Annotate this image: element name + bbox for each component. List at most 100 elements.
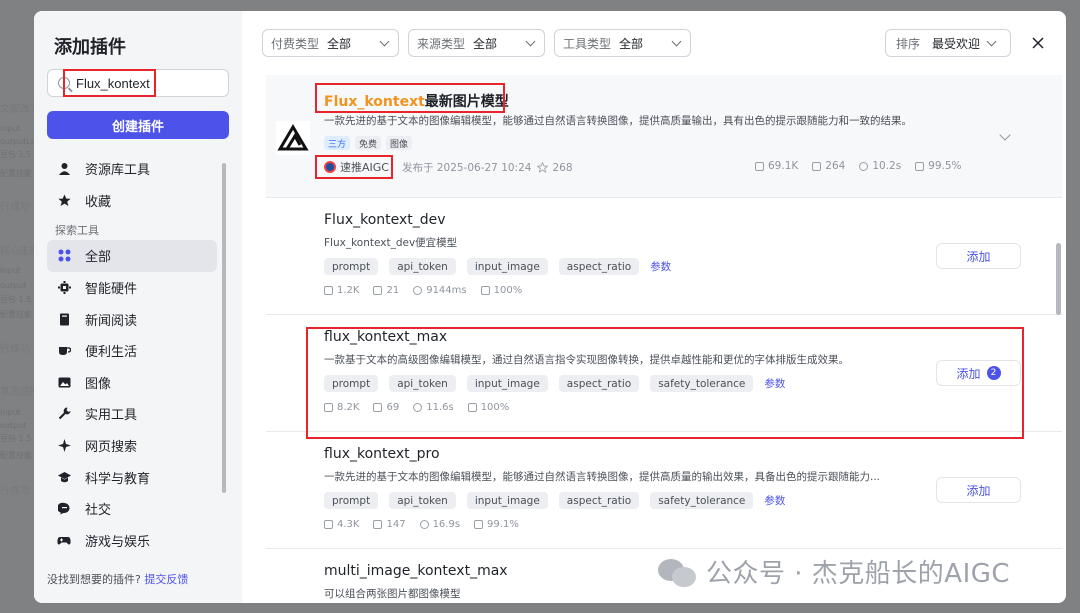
param-tag: aspect_ratio xyxy=(558,492,640,509)
add-plugin-modal: 添加插件 创建插件 资源库工具 收藏 探索工具 xyxy=(34,11,1066,603)
sidebar-item-social[interactable]: 社交 xyxy=(47,493,217,525)
sidebar-nav: 资源库工具 收藏 探索工具 全部 智能硬件 新闻阅读 便利生活 图像 实用工具 … xyxy=(47,153,217,556)
filter-label: 付费类型 xyxy=(271,36,320,51)
grid-icon xyxy=(57,249,71,263)
sidebar-item-label: 便利生活 xyxy=(85,345,138,361)
wrench-icon xyxy=(57,407,71,421)
params-link[interactable]: 参数 xyxy=(650,259,671,274)
clock-icon xyxy=(859,161,869,171)
image-icon xyxy=(57,375,71,389)
chevron-down-icon xyxy=(986,36,997,46)
sidebar-item-science-education[interactable]: 科学与教育 xyxy=(47,461,217,493)
plugin-author[interactable]: 速推AIGC xyxy=(324,159,389,175)
chevron-down-icon xyxy=(525,36,536,46)
sidebar-item-label: 社交 xyxy=(85,503,112,519)
chip-icon xyxy=(57,281,71,295)
sidebar-item-news[interactable]: 新闻阅读 xyxy=(47,303,217,335)
sidebar-item-utilities[interactable]: 实用工具 xyxy=(47,398,217,430)
sidebar-item-web-search[interactable]: 网页搜索 xyxy=(47,430,217,462)
avatar xyxy=(324,161,336,173)
person-icon xyxy=(57,162,71,176)
tool-description: 一款先进的基于文本的图像编辑模型，能够通过自然语言转换图像，提供高质量的输出效果… xyxy=(324,471,881,483)
param-tag: safety_tolerance xyxy=(650,375,754,392)
search-highlight-box xyxy=(63,69,156,97)
filter-value: 全部 xyxy=(327,36,352,51)
sidebar-item-image[interactable]: 图像 xyxy=(47,367,217,399)
sidebar-item-games[interactable]: 游戏与娱乐 xyxy=(47,525,217,557)
param-tag: api_token xyxy=(389,258,456,275)
plugin-stats: 69.1K 264 10.2s 99.5% xyxy=(755,160,962,172)
add-tool-button[interactable]: 添加 xyxy=(936,243,1021,269)
tool-name: flux_kontext_pro xyxy=(324,446,440,462)
feedback-row: 没找到想要的插件? 提交反馈 xyxy=(47,571,188,587)
graduation-cap-icon xyxy=(57,470,71,484)
param-tag: input_image xyxy=(466,492,548,509)
feedback-prompt: 没找到想要的插件? xyxy=(47,573,141,586)
sidebar-item-smart-hardware[interactable]: 智能硬件 xyxy=(47,272,217,304)
tool-params: prompt api_token input_image aspect_rati… xyxy=(324,492,785,509)
sidebar-item-label: 网页搜索 xyxy=(85,440,138,456)
params-link[interactable]: 参数 xyxy=(764,376,785,391)
explore-section-label: 探索工具 xyxy=(55,224,99,238)
param-tag: aspect_ratio xyxy=(558,258,640,275)
sidebar-item-lifestyle[interactable]: 便利生活 xyxy=(47,335,217,367)
bots-stat: 147 xyxy=(373,519,406,530)
param-tag: prompt xyxy=(324,258,379,275)
sidebar-item-label: 科学与教育 xyxy=(85,471,151,487)
plugin-publish-info: 发布于 2025-06-27 10:24 268 xyxy=(402,160,573,175)
author-name: 速推AIGC xyxy=(340,161,389,174)
close-button[interactable] xyxy=(1027,32,1049,54)
param-tag: api_token xyxy=(389,375,456,392)
sort-label: 排序 xyxy=(896,36,921,51)
params-link[interactable]: 参数 xyxy=(764,493,785,508)
sidebar-item-label: 全部 xyxy=(85,250,112,266)
clock-icon xyxy=(413,286,423,295)
tool-card: flux_kontext_max 一款基于文本的高级图像编辑模型，通过自然语言指… xyxy=(266,315,1062,432)
added-count-badge: 2 xyxy=(986,366,1001,380)
plugin-title-accent: Flux_kontext xyxy=(324,94,425,110)
sidebar-item-label: 智能硬件 xyxy=(85,282,138,298)
watermark: 公众号 · 杰克船长的AIGC xyxy=(658,553,1010,590)
tool-name: Flux_kontext_dev xyxy=(324,212,446,228)
sidebar-item-library[interactable]: 资源库工具 xyxy=(47,153,217,185)
feedback-link[interactable]: 提交反馈 xyxy=(144,573,188,586)
success-rate-stat: 100% xyxy=(480,285,522,296)
tool-params: prompt api_token input_image aspect_rati… xyxy=(324,258,671,275)
pay-type-filter[interactable]: 付费类型 全部 xyxy=(262,29,399,57)
sidebar-item-all[interactable]: 全部 xyxy=(47,240,217,272)
sidebar-scrollbar[interactable] xyxy=(222,163,226,493)
chevron-down-icon xyxy=(379,36,390,46)
create-plugin-button[interactable]: 创建插件 xyxy=(47,111,229,139)
star-icon xyxy=(57,193,71,207)
bot-icon xyxy=(812,161,822,171)
bots-stat: 69 xyxy=(373,402,399,413)
param-tag: safety_tolerance xyxy=(650,492,754,509)
latency-stat: 16.9s xyxy=(419,519,460,530)
sort-select[interactable]: 排序 最受欢迎 xyxy=(885,29,1011,57)
calls-stat: 4.3K xyxy=(324,519,359,530)
tool-type-filter[interactable]: 工具类型 全部 xyxy=(554,29,691,57)
chat-icon xyxy=(57,502,71,516)
plugin-title-rest: 最新图片模型 xyxy=(424,94,509,110)
sidebar: 添加插件 创建插件 资源库工具 收藏 探索工具 xyxy=(34,11,242,603)
latency-stat: 11.6s xyxy=(413,402,454,413)
add-tool-button[interactable]: 添加 xyxy=(936,477,1021,503)
book-icon xyxy=(57,312,71,326)
plugin-card[interactable]: Flux_kontext最新图片模型 一款先进的基于文本的图像编辑模型，能够通过… xyxy=(266,75,1062,198)
plugin-description: 一款先进的基于文本的图像编辑模型，能够通过自然语言转换图像，提供高质量输出，具有… xyxy=(324,115,912,127)
star-outline-icon xyxy=(537,162,549,173)
tool-params: prompt api_token input_image aspect_rati… xyxy=(324,375,785,392)
clock-icon xyxy=(413,403,423,412)
bot-icon xyxy=(373,403,383,412)
source-type-filter[interactable]: 来源类型 全部 xyxy=(408,29,545,57)
success-rate-stat: 99.5% xyxy=(915,160,962,172)
filter-value: 全部 xyxy=(619,36,644,51)
list-scrollbar[interactable] xyxy=(1056,243,1061,315)
add-tool-button[interactable]: 添加 2 xyxy=(936,360,1021,386)
collapse-chevron-icon[interactable] xyxy=(999,129,1011,141)
tag-image: 图像 xyxy=(386,136,413,150)
filter-bar: 付费类型 全部 来源类型 全部 工具类型 全部 xyxy=(262,29,691,57)
publish-date: 发布于 2025-06-27 10:24 xyxy=(402,162,532,174)
sidebar-item-favorites[interactable]: 收藏 xyxy=(47,185,217,217)
tool-card: Flux_kontext_dev Flux_kontext_dev便宜模型 pr… xyxy=(266,198,1062,315)
